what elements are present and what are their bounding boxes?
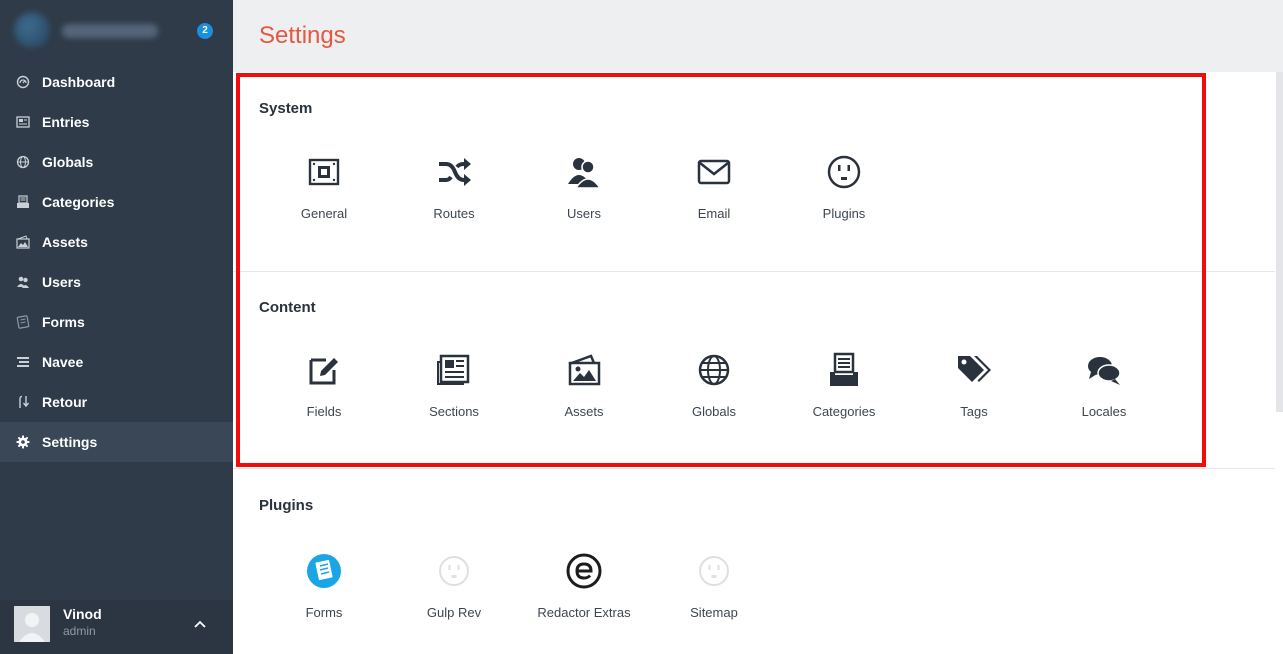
- plugin-tile-forms[interactable]: Forms: [269, 553, 379, 637]
- chevron-up-icon[interactable]: [192, 616, 208, 632]
- redactor-extras-icon: [566, 553, 602, 589]
- categories-icon: [826, 352, 862, 388]
- user-name: Vinod: [63, 606, 102, 622]
- sidebar-item-label: Navee: [42, 354, 84, 370]
- envelope-icon: [696, 154, 732, 190]
- tile-label: Forms: [305, 605, 343, 620]
- sidebar-item-label: Categories: [42, 194, 115, 210]
- settings-tile-locales[interactable]: Locales: [1049, 352, 1159, 436]
- entries-icon: [16, 115, 30, 129]
- sidebar-item-assets[interactable]: Assets: [0, 222, 233, 262]
- tile-label: Assets: [564, 404, 604, 419]
- settings-tile-globals[interactable]: Globals: [659, 352, 769, 436]
- forms-plugin-icon: [306, 553, 342, 589]
- categories-icon: [16, 195, 30, 209]
- tile-label: Plugins: [822, 206, 866, 221]
- tile-label: Sections: [429, 404, 479, 419]
- globe-icon: [16, 155, 30, 169]
- settings-tile-fields[interactable]: Fields: [269, 352, 379, 436]
- navee-icon: [16, 355, 30, 369]
- sidebar-item-label: Settings: [42, 434, 98, 450]
- sidebar-item-forms[interactable]: Forms: [0, 302, 233, 342]
- sections-icon: [436, 352, 472, 388]
- section-title-plugins: Plugins: [259, 497, 314, 514]
- sidebar-item-dashboard[interactable]: Dashboard: [0, 62, 233, 102]
- sidebar-item-label: Globals: [42, 154, 94, 170]
- tile-label: Redactor Extras: [537, 605, 631, 620]
- users-icon: [16, 275, 30, 289]
- dashboard-icon: [16, 75, 30, 89]
- sidebar-item-label: Entries: [42, 114, 90, 130]
- sidebar-item-label: Assets: [42, 234, 88, 250]
- settings-tile-assets[interactable]: Assets: [529, 352, 639, 436]
- chat-icon: [1086, 352, 1122, 388]
- general-icon: [306, 154, 342, 190]
- plug-icon: [436, 553, 472, 589]
- plug-icon: [826, 154, 862, 190]
- page-header: Settings: [233, 0, 1283, 72]
- sidebar-item-label: Users: [42, 274, 81, 290]
- tile-label: General: [300, 206, 348, 221]
- assets-icon: [566, 352, 602, 388]
- shuffle-icon: [436, 154, 472, 190]
- section-title-content: Content: [259, 299, 316, 316]
- sidebar-item-label: Retour: [42, 394, 88, 410]
- sidebar-item-entries[interactable]: Entries: [0, 102, 233, 142]
- settings-tile-users[interactable]: Users: [529, 154, 639, 238]
- tile-label: Users: [567, 206, 601, 221]
- settings-tile-sections[interactable]: Sections: [399, 352, 509, 436]
- plugins-section: Plugins Forms Gulp Rev Redactor Extras S…: [233, 469, 1275, 654]
- plugin-tile-redactor-extras[interactable]: Redactor Extras: [529, 553, 639, 637]
- globe-icon: [696, 352, 732, 388]
- settings-tile-tags[interactable]: Tags: [919, 352, 1029, 436]
- plug-icon: [696, 553, 732, 589]
- assets-icon: [16, 235, 30, 249]
- plugin-tile-sitemap[interactable]: Sitemap: [659, 553, 769, 637]
- brand[interactable]: 2: [0, 0, 233, 64]
- site-logo: [14, 12, 50, 48]
- section-title-system: System: [259, 100, 313, 117]
- plugin-tile-gulp-rev[interactable]: Gulp Rev: [399, 553, 509, 637]
- settings-tile-routes[interactable]: Routes: [399, 154, 509, 238]
- sidebar: 2 Dashboard Entries Globals Categories A…: [0, 0, 233, 654]
- forms-icon: [16, 315, 30, 329]
- edit-icon: [306, 352, 342, 388]
- scrollbar[interactable]: [1276, 72, 1283, 412]
- sidebar-item-label: Dashboard: [42, 74, 116, 90]
- sidebar-item-globals[interactable]: Globals: [0, 142, 233, 182]
- tags-icon: [956, 352, 992, 388]
- sidebar-item-categories[interactable]: Categories: [0, 182, 233, 222]
- users-icon: [566, 154, 602, 190]
- sidebar-nav: Dashboard Entries Globals Categories Ass…: [0, 62, 233, 462]
- retour-icon: [16, 395, 30, 409]
- gear-icon: [16, 435, 30, 449]
- tile-label: Categories: [812, 404, 876, 419]
- sidebar-item-settings[interactable]: Settings: [0, 422, 233, 462]
- tile-label: Locales: [1081, 404, 1127, 419]
- settings-tile-email[interactable]: Email: [659, 154, 769, 238]
- tile-label: Email: [697, 206, 731, 221]
- tile-label: Globals: [691, 404, 737, 419]
- site-name: [62, 24, 158, 38]
- main-content: Settings System General Routes Users Ema…: [233, 0, 1283, 654]
- tile-label: Routes: [433, 206, 475, 221]
- sidebar-item-label: Forms: [42, 314, 85, 330]
- user-role: admin: [63, 624, 96, 638]
- page-title: Settings: [259, 22, 346, 49]
- tile-label: Tags: [960, 404, 988, 419]
- notification-badge[interactable]: 2: [197, 23, 213, 39]
- system-section: System General Routes Users Email Plugin…: [233, 72, 1275, 271]
- settings-tile-categories[interactable]: Categories: [789, 352, 899, 436]
- sidebar-item-navee[interactable]: Navee: [0, 342, 233, 382]
- content-section: Content Fields Sections Assets Globals C…: [233, 272, 1275, 468]
- avatar: [14, 606, 50, 642]
- settings-tile-plugins[interactable]: Plugins: [789, 154, 899, 238]
- sidebar-item-retour[interactable]: Retour: [0, 382, 233, 422]
- sidebar-item-users[interactable]: Users: [0, 262, 233, 302]
- tile-label: Gulp Rev: [426, 605, 482, 620]
- user-menu[interactable]: Vinod admin: [0, 600, 233, 654]
- settings-tile-general[interactable]: General: [269, 154, 379, 238]
- tile-label: Sitemap: [690, 605, 738, 620]
- tile-label: Fields: [306, 404, 342, 419]
